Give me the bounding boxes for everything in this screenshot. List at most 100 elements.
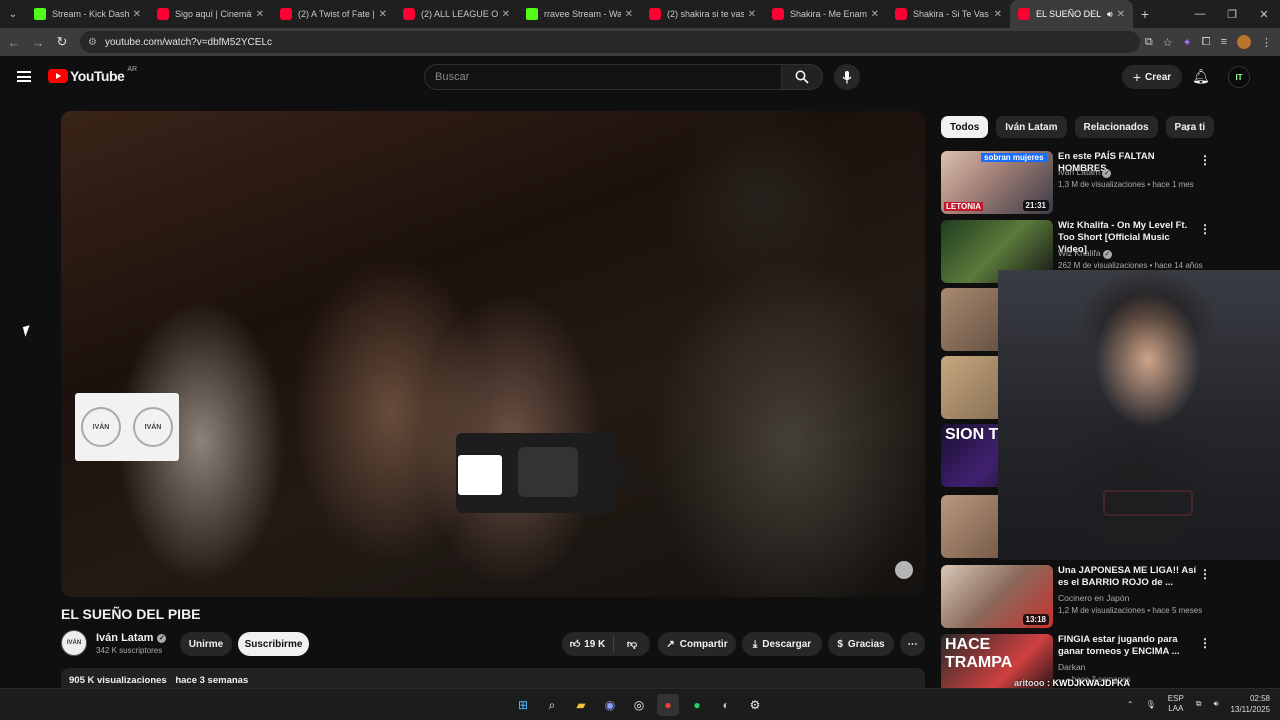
extensions-puzzle-icon[interactable]: ⧠	[1202, 36, 1211, 49]
recommended-title[interactable]: Una JAPONESA ME LIGA!! Así es el BARRIO …	[1058, 565, 1198, 589]
dislike-button[interactable]: 👎︎	[614, 638, 650, 650]
new-tab-button[interactable]: +	[1133, 6, 1157, 22]
reload-icon[interactable]: ↻	[50, 34, 74, 50]
recommended-channel[interactable]: Cocinero en Japón	[1058, 593, 1129, 603]
start-windows-icon[interactable]: ⊞	[512, 694, 534, 716]
tray-chevron-icon[interactable]: ⌃	[1127, 700, 1134, 709]
share-button[interactable]: ↗ Compartir	[658, 632, 736, 656]
bookmark-star-icon[interactable]: ☆	[1163, 36, 1173, 49]
video-thumbnail[interactable]: sobran mujeres LETONIA 21:31	[941, 151, 1053, 214]
youtube-logo[interactable]: YouTube AR	[48, 66, 137, 84]
subscribe-button[interactable]: Suscribirme	[238, 632, 309, 656]
spotify-icon[interactable]: ●	[686, 694, 708, 716]
browser-tab[interactable]: (2) shakira si te vas - ✕	[641, 0, 764, 28]
file-explorer-icon[interactable]: ▰	[570, 694, 592, 716]
more-options-icon[interactable]: ⋮	[1199, 567, 1211, 581]
channel-avatar[interactable]: IVÁN	[61, 630, 87, 656]
recommended-title[interactable]: FINGIA estar jugando para ganar torneos …	[1058, 634, 1198, 658]
kick-favicon-icon	[34, 8, 46, 20]
media-controls-icon[interactable]: ≡	[1221, 36, 1227, 48]
browser-tab[interactable]: (2) A Twist of Fate | C ✕	[272, 0, 395, 28]
chips-next-chevron-icon[interactable]: ›	[1186, 120, 1190, 135]
network-icon[interactable]: ⧉	[1196, 699, 1202, 709]
tab-close-icon[interactable]: ✕	[871, 9, 879, 20]
taskbar-search-icon[interactable]: ⌕	[541, 694, 563, 716]
filter-chip[interactable]: Relacionados	[1074, 116, 1158, 138]
tray-mic-icon[interactable]: 🎙︎	[1146, 700, 1156, 709]
volume-icon[interactable]: 🔊︎	[1214, 699, 1219, 709]
cast-icon[interactable]: ⧉	[1145, 36, 1153, 49]
tab-close-icon[interactable]: ✕	[133, 9, 141, 20]
mic-logo-right: IVÁN	[133, 407, 173, 447]
more-dots-icon: ⋯	[907, 638, 918, 650]
tab-close-icon[interactable]: ✕	[502, 9, 510, 20]
minimize-icon[interactable]: —	[1184, 0, 1216, 28]
browser-tab[interactable]: Shakira - Me Enamor ✕	[764, 0, 887, 28]
browser-tab[interactable]: Stream - Kick Dashbo ✕	[26, 0, 149, 28]
tab-search-icon[interactable]: ⌄	[0, 0, 26, 28]
tab-close-icon[interactable]: ✕	[379, 9, 387, 20]
channel-name[interactable]: Iván Latam ✓	[96, 632, 167, 644]
menu-icon[interactable]	[17, 71, 31, 82]
browser-toolbar: ← → ↻ ⚙ youtube.com/watch?v=dbfM52YCELc …	[0, 28, 1280, 56]
search-placeholder: Buscar	[435, 71, 470, 83]
youtube-favicon-icon	[280, 8, 292, 20]
more-options-icon[interactable]: ⋮	[1199, 153, 1211, 167]
create-button[interactable]: + Crear	[1122, 65, 1182, 89]
filter-chip[interactable]: Iván Latam	[996, 116, 1067, 138]
profile-avatar[interactable]	[1237, 35, 1251, 49]
site-info-icon[interactable]: ⚙	[88, 37, 97, 48]
browser-tab[interactable]: Shakira - Si Te Vas (S ✕	[887, 0, 1010, 28]
recommended-channel[interactable]: Iván Latam ✓	[1058, 167, 1112, 178]
recommended-video[interactable]: sobran mujeres LETONIA 21:31 En este PAÍS F…	[941, 151, 1271, 215]
thanks-button[interactable]: $ Gracias	[828, 632, 894, 656]
tab-close-icon[interactable]: ✕	[994, 9, 1002, 20]
download-button[interactable]: ⤓ Descargar	[742, 632, 822, 656]
forward-icon[interactable]: →	[26, 35, 50, 50]
browser-tab[interactable]: EL SUEÑO DEL PI 🔊︎ ✕	[1010, 0, 1133, 28]
browser-tab[interactable]: (2) ALL LEAGUE OF LE ✕	[395, 0, 518, 28]
search-button[interactable]	[781, 64, 823, 90]
tab-close-icon[interactable]: ✕	[256, 9, 264, 20]
clock[interactable]: 02:58 13/11/2025	[1231, 693, 1270, 715]
steam-icon[interactable]: ◐	[715, 694, 737, 716]
address-bar[interactable]: ⚙ youtube.com/watch?v=dbfM52YCELc	[80, 31, 1140, 53]
tab-close-icon[interactable]: ✕	[1117, 9, 1125, 20]
voice-search-button[interactable]	[834, 64, 860, 90]
more-options-icon[interactable]: ⋮	[1199, 222, 1211, 236]
recommended-channel[interactable]: Wiz Khalifa ✓	[1058, 248, 1112, 259]
more-actions-button[interactable]: ⋯	[900, 632, 925, 656]
account-avatar[interactable]: IT	[1228, 66, 1250, 88]
recommended-channel[interactable]: Darkan	[1058, 662, 1085, 672]
back-icon[interactable]: ←	[2, 35, 26, 50]
video-player[interactable]: IVÁN IVÁN	[61, 111, 925, 597]
tab-audio-icon[interactable]: 🔊︎	[1107, 9, 1113, 20]
maximize-icon[interactable]: ❐	[1216, 0, 1248, 28]
browser-tab[interactable]: rravee Stream - Watc ✕	[518, 0, 641, 28]
tab-close-icon[interactable]: ✕	[625, 9, 633, 20]
taskbar-apps: ⊞ ⌕ ▰ ◉ ◎ ● ● ◐ ⚙	[512, 694, 766, 716]
windows-taskbar: ⊞ ⌕ ▰ ◉ ◎ ● ● ◐ ⚙ ⌃ 🎙︎ ESP LAA ⧉ 🔊︎ 02:5…	[0, 688, 1280, 720]
chrome-menu-icon[interactable]: ⋮	[1261, 36, 1272, 49]
discord-icon[interactable]: ◉	[599, 694, 621, 716]
obs-icon[interactable]: ◎	[628, 694, 650, 716]
filter-chip[interactable]: Todos	[941, 116, 989, 138]
filter-chips: Todos Iván Latam Relacionados Para ti	[941, 116, 1215, 138]
recommended-video[interactable]: 13:18 Una JAPONESA ME LIGA!! Así es el BA…	[941, 565, 1271, 629]
more-options-icon[interactable]: ⋮	[1199, 636, 1211, 650]
join-button[interactable]: Unirme	[180, 632, 232, 656]
channel-watermark-icon[interactable]	[895, 561, 913, 579]
system-tray: ⌃ 🎙︎ ESP LAA ⧉ 🔊︎ 02:58 13/11/2025	[1127, 693, 1270, 715]
language-indicator[interactable]: ESP LAA	[1168, 694, 1184, 714]
browser-tab[interactable]: Sigo aquí | Cinemátic ✕	[149, 0, 272, 28]
search-icon	[795, 70, 809, 84]
chrome-icon[interactable]: ●	[657, 694, 679, 716]
settings-gear-icon[interactable]: ⚙	[744, 694, 766, 716]
video-thumbnail[interactable]: 13:18	[941, 565, 1053, 628]
extension-icon[interactable]: ✦	[1183, 36, 1192, 49]
notifications-bell-icon[interactable]: 🔔︎	[1192, 68, 1210, 85]
tab-close-icon[interactable]: ✕	[748, 9, 756, 20]
close-window-icon[interactable]: ✕	[1248, 0, 1280, 28]
search-input[interactable]: Buscar	[424, 64, 782, 90]
like-button[interactable]: 👍︎ 19 K	[562, 636, 614, 652]
